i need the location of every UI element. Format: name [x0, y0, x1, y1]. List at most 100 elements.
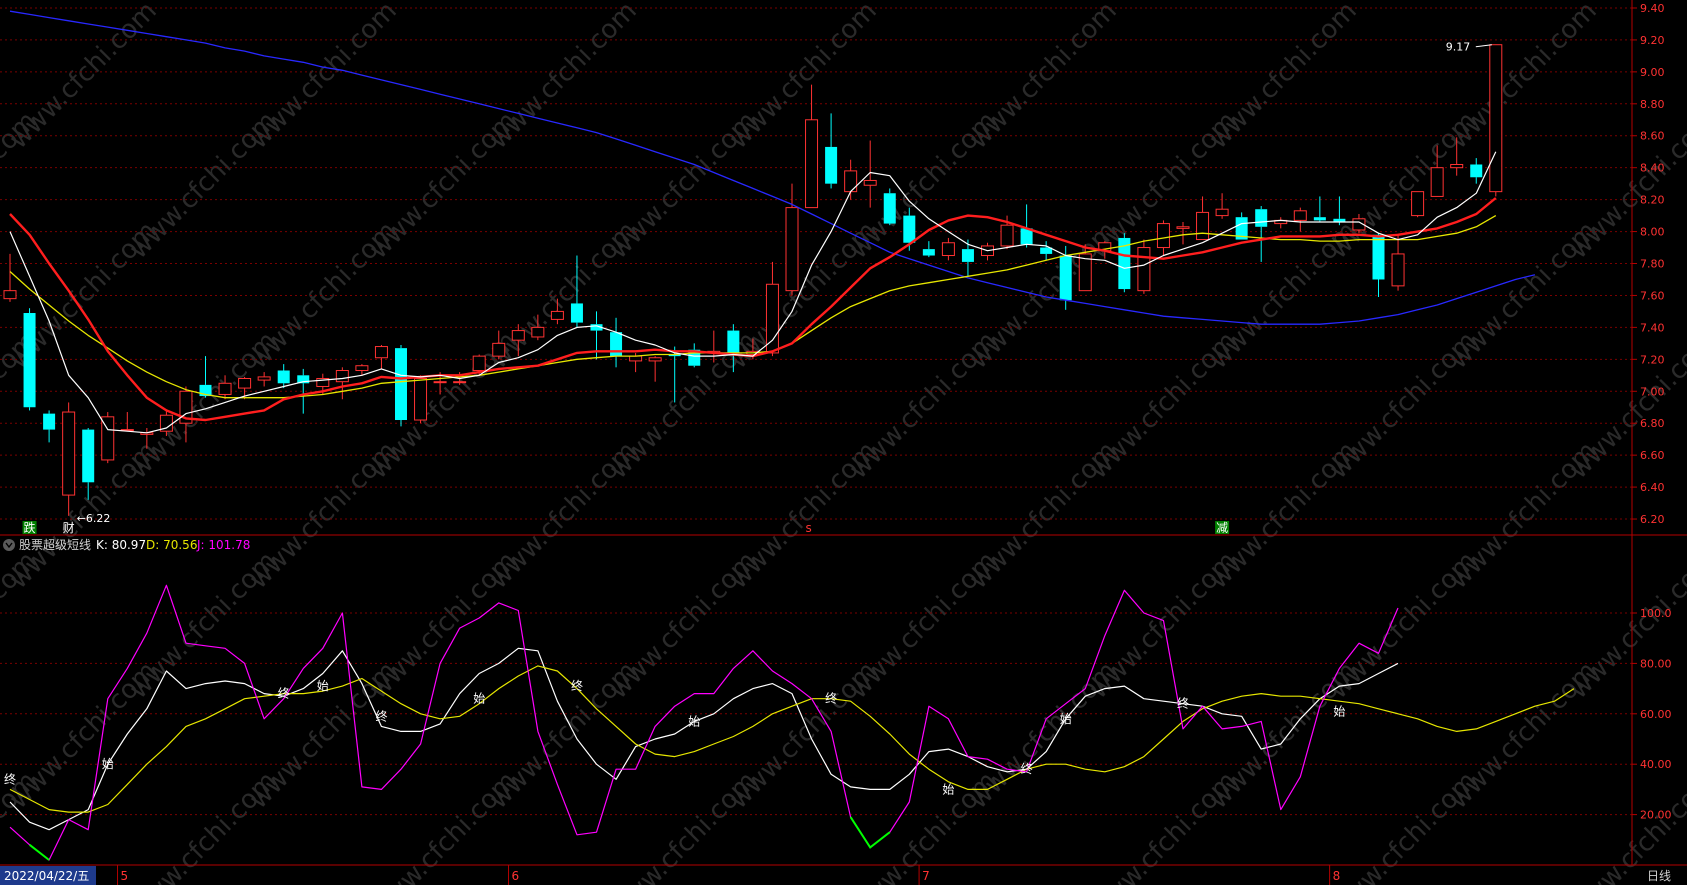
- indicator-title: 股票超级短线: [19, 537, 91, 552]
- candle-up: [1411, 191, 1425, 218]
- candle-body: [922, 249, 935, 256]
- candle-up: [101, 412, 115, 464]
- price-tick-label: 7.20: [1640, 353, 1665, 366]
- candle-body: [374, 346, 388, 359]
- price-tick-label: 7.00: [1640, 385, 1665, 398]
- current-date-label: 2022/04/22/五: [4, 869, 89, 883]
- signal-marker: 始: [317, 679, 329, 693]
- price-tick-label: 8.20: [1640, 194, 1665, 207]
- candle-down: [883, 188, 896, 226]
- indicator-tick-label: 80.00: [1640, 657, 1672, 670]
- candle-body: [1196, 211, 1210, 241]
- candle-body: [805, 119, 819, 209]
- candle-body: [1489, 44, 1503, 193]
- candle-body: [765, 283, 779, 354]
- signal-marker: 始: [942, 782, 954, 796]
- price-tick-label: 6.40: [1640, 481, 1665, 494]
- month-tick-label: 6: [512, 869, 520, 883]
- candle-body: [511, 330, 525, 341]
- signal-tag: 减: [1216, 521, 1228, 535]
- candle-up: [414, 375, 428, 424]
- signal-tag: s: [806, 521, 812, 535]
- candle-body: [961, 249, 974, 262]
- candle-body: [453, 381, 467, 384]
- candle-body: [531, 326, 545, 338]
- k-value-label: K: 80.97: [96, 538, 146, 552]
- signal-marker: 始: [102, 757, 114, 771]
- month-tick-label: 5: [121, 869, 129, 883]
- d-value-label: D: 70.56: [146, 538, 197, 552]
- candle-up: [1137, 239, 1151, 294]
- candle-body: [844, 170, 858, 193]
- candle-body: [1137, 247, 1151, 292]
- candle-body: [1255, 209, 1268, 227]
- candle-body: [355, 365, 369, 372]
- candle-body: [610, 332, 623, 357]
- price-tick-label: 8.00: [1640, 226, 1665, 239]
- month-tick-label: 8: [1333, 869, 1341, 883]
- candle-body: [727, 330, 740, 353]
- signal-marker: 终: [375, 708, 387, 723]
- candle-body: [62, 411, 76, 496]
- price-tick-label: 9.40: [1640, 2, 1665, 15]
- candle-body: [472, 355, 486, 372]
- candle-body: [570, 303, 583, 323]
- candle-body: [1176, 226, 1190, 229]
- candle-down: [23, 308, 36, 411]
- stock-chart: www.cfchi.com www.cfchi.com www.cfchi.com w…: [0, 0, 1687, 885]
- candle-body: [903, 215, 916, 243]
- signal-marker: 终: [278, 686, 290, 701]
- period-label[interactable]: 日线: [1647, 869, 1671, 883]
- candle-body: [1313, 217, 1326, 221]
- signal-marker: 始: [1333, 704, 1345, 718]
- price-tick-label: 9.20: [1640, 34, 1665, 47]
- candle-body: [863, 179, 877, 186]
- price-tick-label: 7.80: [1640, 258, 1665, 271]
- candle-body: [395, 348, 407, 421]
- candle-body: [648, 357, 662, 362]
- candle-body: [1450, 163, 1464, 169]
- indicator-header: 股票超级短线 K: 80.97 D: 70.56 J: 101.78: [3, 537, 250, 552]
- indicator-tick-label: 20.00: [1640, 809, 1672, 822]
- candle-body: [825, 146, 838, 184]
- candle-up: [1489, 44, 1503, 197]
- candle-body: [335, 370, 349, 383]
- price-tick-label: 8.60: [1640, 130, 1665, 143]
- candle-body: [218, 382, 232, 395]
- candle-body: [1156, 223, 1170, 249]
- candle-body: [257, 376, 271, 381]
- price-tick-label: 8.80: [1640, 98, 1665, 111]
- candle-body: [1391, 253, 1405, 287]
- signal-marker: 终: [1177, 696, 1189, 711]
- signal-marker: 终: [4, 771, 16, 786]
- candle-body: [1059, 255, 1072, 301]
- month-tick-label: 7: [922, 869, 930, 883]
- candle-body: [1470, 164, 1483, 178]
- collapse-toggle-icon[interactable]: [3, 539, 15, 551]
- candle-body: [1411, 191, 1425, 217]
- indicator-tick-label: 60.00: [1640, 708, 1672, 721]
- price-tick-label: 9.00: [1640, 66, 1665, 79]
- candle-body: [23, 313, 36, 408]
- price-tick-label: 6.60: [1640, 449, 1665, 462]
- candle-body: [492, 342, 506, 357]
- candle-body: [82, 429, 95, 483]
- candle-body: [1372, 234, 1385, 280]
- price-tick-label: 8.40: [1640, 162, 1665, 175]
- candle-down: [395, 344, 407, 427]
- signal-tag: 财: [63, 521, 75, 535]
- candle-body: [414, 377, 428, 421]
- signal-marker: 始: [473, 692, 485, 706]
- candle-body: [785, 207, 799, 292]
- signal-marker: 终: [1021, 761, 1033, 776]
- candle-body: [277, 370, 290, 384]
- candle-body: [433, 381, 447, 384]
- indicator-tick-label: 40.00: [1640, 758, 1672, 771]
- signal-tag: 跌: [24, 520, 36, 535]
- low-price-label: ←6.22: [77, 512, 111, 525]
- candle-body: [1293, 210, 1307, 221]
- high-price-label: 9.17: [1446, 41, 1471, 54]
- candle-body: [1215, 208, 1229, 217]
- candle-body: [238, 377, 252, 389]
- candle-body: [941, 242, 955, 257]
